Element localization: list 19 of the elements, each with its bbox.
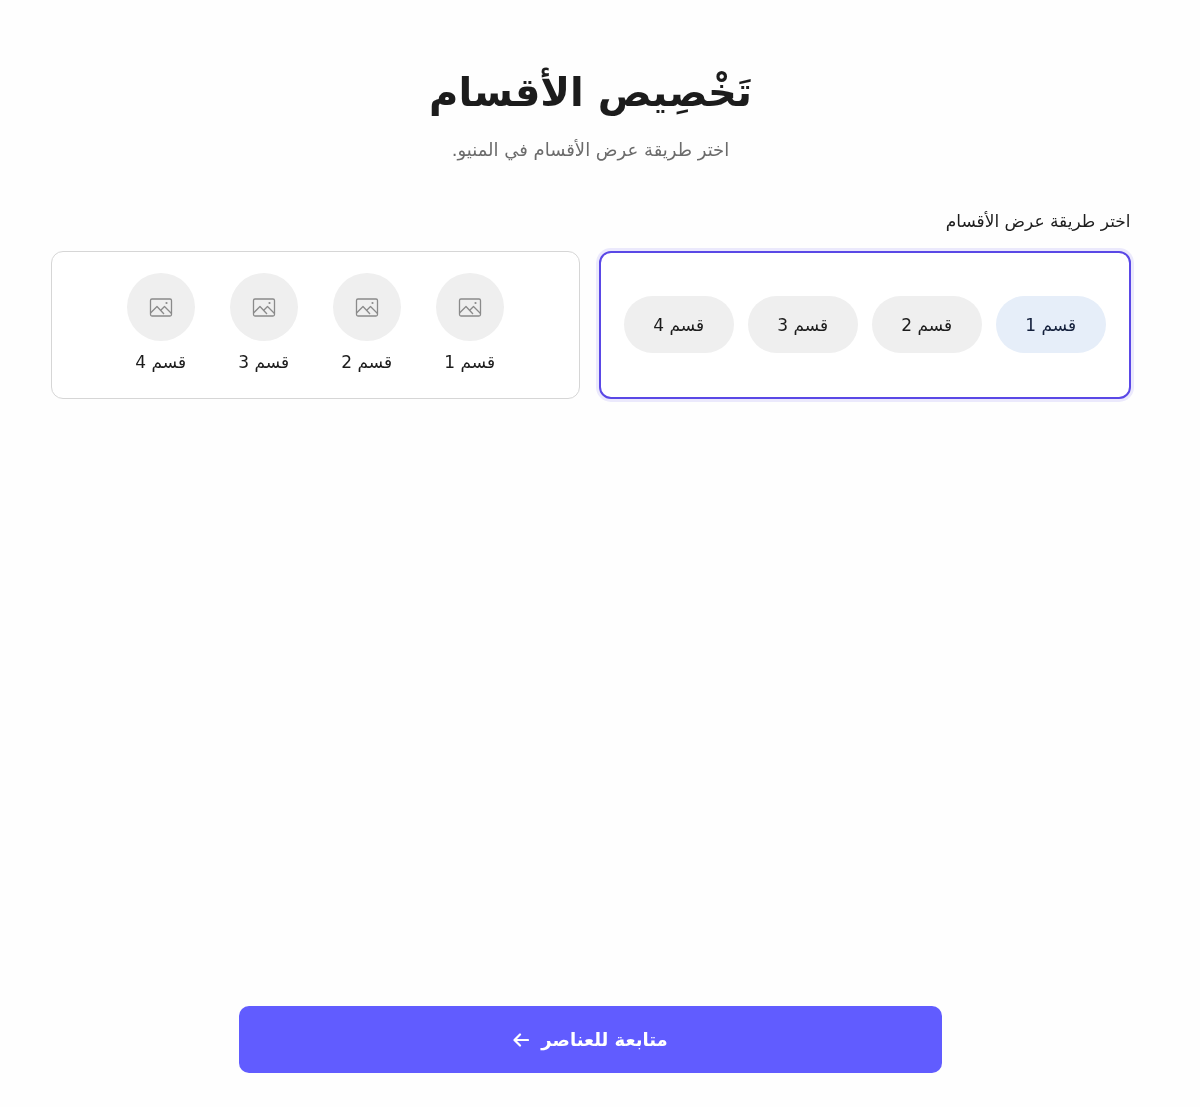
pill-layout-option[interactable]: قسم 1 قسم 2 قسم 3 قسم 4 <box>599 251 1131 399</box>
section-pill: قسم 3 <box>747 296 858 354</box>
continue-button[interactable]: متابعة للعناصر <box>239 1006 942 1073</box>
arrow-left-icon <box>513 1032 530 1047</box>
image-placeholder-icon <box>332 272 401 341</box>
section-label: قسم 1 <box>444 350 496 374</box>
image-placeholder-icon <box>126 272 195 341</box>
section-pill: قسم 4 <box>623 296 734 354</box>
section-label: قسم 3 <box>238 350 290 374</box>
field-label: اختر طريقة عرض الأقسام <box>945 210 1131 234</box>
section-label: قسم 4 <box>135 350 187 374</box>
page-title: تَخْصِيص الأقسام <box>429 66 752 118</box>
section-pill: قسم 1 <box>995 296 1106 354</box>
circle-layout-option[interactable]: قسم 1 قسم 2 قسم 3 قسم 4 <box>50 251 580 399</box>
image-placeholder-icon <box>229 272 298 341</box>
section-label: قسم 2 <box>341 350 393 374</box>
page-subtitle: اختر طريقة عرض الأقسام في المنيو. <box>451 138 730 163</box>
section-pill: قسم 2 <box>871 296 982 354</box>
image-placeholder-icon <box>435 272 504 341</box>
